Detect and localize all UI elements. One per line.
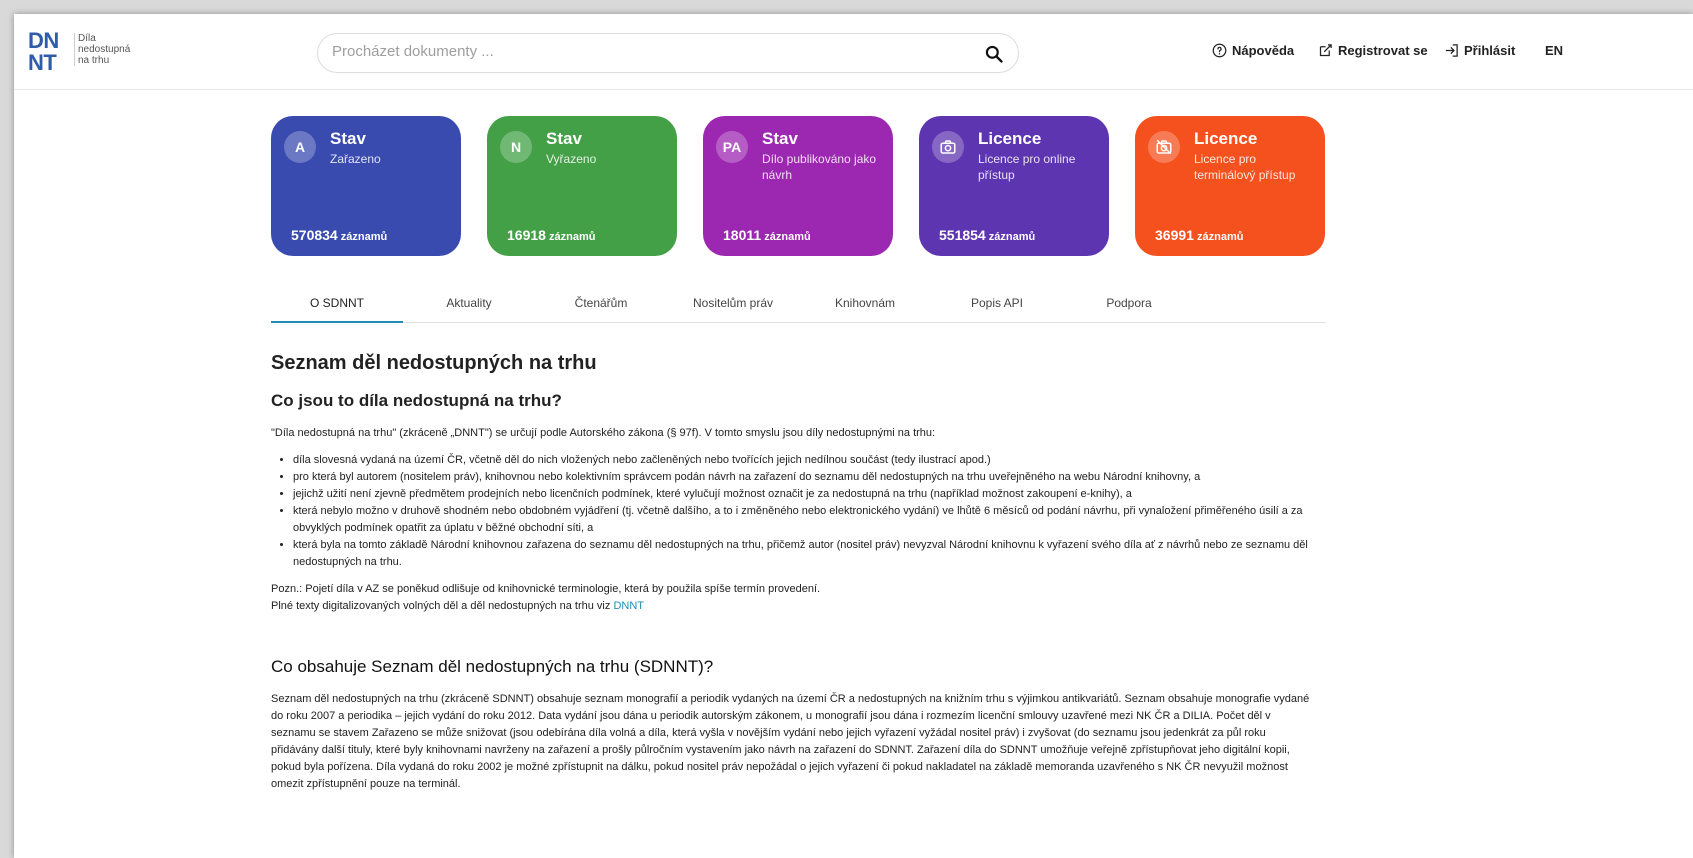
browser-window: DN NT Díla nedostupná na trhu Nápověda R…	[14, 14, 1693, 858]
main-content: Seznam děl nedostupných na trhu Co jsou …	[271, 349, 1311, 803]
logo-bottom: NT	[28, 50, 57, 75]
tab-ctenarum[interactable]: Čtenářům	[535, 289, 667, 323]
card-count: 570834 záznamů	[291, 227, 387, 243]
list-item: která nebylo možno v druhově shodném neb…	[293, 503, 1311, 537]
register-link[interactable]: Registrovat se	[1318, 43, 1428, 58]
fulltext-paragraph: Plné texty digitalizovaných volných děl …	[271, 598, 1311, 615]
criteria-list: díla slovesná vydaná na území ČR, včetně…	[293, 452, 1311, 571]
count-value: 570834	[291, 227, 338, 243]
card-count: 36991 záznamů	[1155, 227, 1243, 243]
card-badge: A	[284, 131, 316, 163]
card-navrh[interactable]: PA Stav Dílo publikováno jako návrh 1801…	[703, 116, 893, 256]
card-badge	[932, 131, 964, 163]
count-label: záznamů	[988, 231, 1036, 243]
language-label: EN	[1545, 43, 1564, 58]
tab-knihovnam[interactable]: Knihovnám	[799, 289, 931, 323]
register-label: Registrovat se	[1338, 43, 1428, 58]
card-subtitle: Licence pro online přístup	[978, 152, 1076, 182]
list-item: která byla na tomto základě Národní knih…	[293, 537, 1311, 571]
count-value: 551854	[939, 227, 986, 243]
count-value: 36991	[1155, 227, 1194, 243]
card-badge: N	[500, 131, 532, 163]
section-heading: Co obsahuje Seznam děl nedostupných na t…	[271, 657, 714, 676]
dnnt-link[interactable]: DNNT	[613, 600, 644, 612]
count-label: záznamů	[764, 231, 811, 243]
card-subtitle: Zařazeno	[330, 152, 381, 166]
logo-sub-line: nedostupná	[78, 44, 131, 55]
count-value: 16918	[507, 227, 546, 243]
help-icon	[1212, 43, 1227, 58]
tab-podpora[interactable]: Podpora	[1063, 289, 1195, 323]
count-label: záznamů	[549, 231, 596, 243]
login-label: Přihlásit	[1464, 43, 1516, 58]
card-badge	[1148, 131, 1180, 163]
page-title: Seznam děl nedostupných na trhu	[271, 352, 597, 374]
card-licence-terminal[interactable]: Licence Licence pro terminálový přístup …	[1135, 116, 1325, 256]
search-input[interactable]	[332, 43, 952, 60]
tab-bar: O SDNNT Aktuality Čtenářům Nositelům prá…	[271, 289, 1326, 323]
fulltext-text: Plné texty digitalizovaných volných děl …	[271, 600, 614, 612]
card-title: Stav	[546, 129, 582, 148]
tab-aktuality[interactable]: Aktuality	[403, 289, 535, 323]
card-subtitle: Dílo publikováno jako návrh	[762, 152, 877, 182]
logo[interactable]: DN NT Díla nedostupná na trhu	[28, 30, 130, 74]
card-vyrazeno[interactable]: N Stav Vyřazeno 16918 záznamů	[487, 116, 677, 256]
list-item: pro která byl autorem (nositelem práv), …	[293, 469, 1311, 486]
card-licence-online[interactable]: Licence Licence pro online přístup 55185…	[919, 116, 1109, 256]
camera-off-icon	[1156, 139, 1172, 155]
search-icon[interactable]	[984, 44, 1004, 64]
top-bar: DN NT Díla nedostupná na trhu Nápověda R…	[14, 14, 1693, 90]
card-title: Licence	[1194, 129, 1258, 148]
count-value: 18011	[723, 227, 762, 243]
login-link[interactable]: Přihlásit	[1444, 43, 1515, 58]
note-paragraph: Pozn.: Pojetí díla v AZ se poněkud odliš…	[271, 583, 821, 595]
card-badge: PA	[716, 131, 748, 163]
edit-icon	[1319, 44, 1332, 57]
count-label: záznamů	[340, 231, 388, 243]
help-link[interactable]: Nápověda	[1212, 43, 1294, 58]
list-item: díla slovesná vydaná na území ČR, včetně…	[293, 452, 1311, 469]
tab-popis-api[interactable]: Popis API	[931, 289, 1063, 323]
card-subtitle: Licence pro terminálový přístup	[1194, 152, 1296, 182]
card-count: 16918 záznamů	[507, 227, 595, 243]
login-icon	[1445, 44, 1458, 57]
card-title: Stav	[762, 129, 798, 148]
logo-mark: DN NT	[28, 30, 68, 74]
card-title: Stav	[330, 129, 366, 148]
card-zarazeno[interactable]: A Stav Zařazeno 570834 záznamů	[271, 116, 461, 256]
language-switch[interactable]: EN	[1545, 43, 1563, 58]
tab-nositelum-prav[interactable]: Nositelům práv	[667, 289, 799, 323]
card-count: 18011 záznamů	[723, 227, 811, 243]
camera-icon	[940, 140, 956, 154]
card-title: Licence	[978, 129, 1042, 148]
search-bar[interactable]	[317, 33, 1019, 73]
section-heading: Co jsou to díla nedostupná na trhu?	[271, 391, 562, 410]
card-subtitle: Vyřazeno	[546, 152, 597, 166]
logo-sub-line: na trhu	[78, 55, 110, 66]
intro-paragraph: "Díla nedostupná na trhu" (zkráceně „DNN…	[271, 427, 936, 439]
description-paragraph: Seznam děl nedostupných na trhu (zkrácen…	[271, 693, 1310, 790]
logo-top: DN	[28, 28, 59, 53]
list-item: jejichž užití není zjevně předmětem prod…	[293, 486, 1311, 503]
count-label: záznamů	[1197, 231, 1244, 243]
logo-subtitle: Díla nedostupná na trhu	[74, 33, 130, 66]
logo-sub-line: Díla	[78, 33, 96, 44]
card-count: 551854 záznamů	[939, 227, 1035, 243]
help-label: Nápověda	[1232, 43, 1295, 58]
tab-o-sdnnt[interactable]: O SDNNT	[271, 289, 403, 323]
